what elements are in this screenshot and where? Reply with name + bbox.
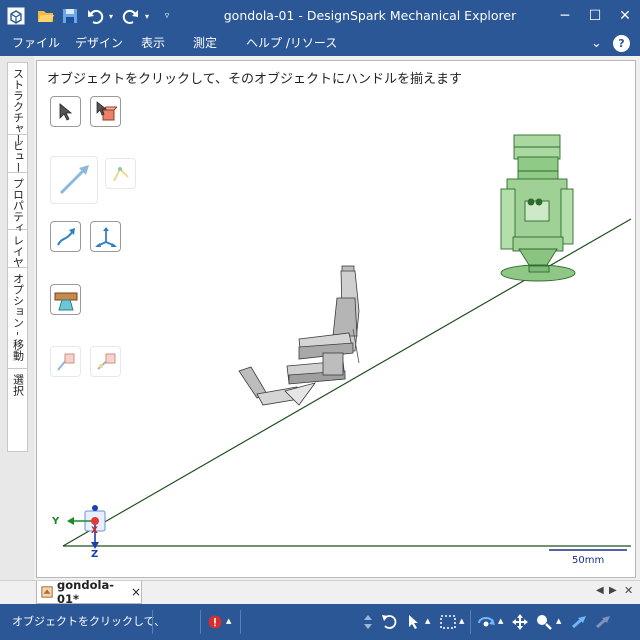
view-forward-icon[interactable] (594, 612, 614, 632)
pan-icon[interactable] (510, 612, 530, 632)
zoom-dropdown-icon[interactable]: ▲ (556, 617, 561, 625)
up-to-tool-button[interactable] (50, 346, 81, 377)
document-tab-bar: gondola-01* × ◀ ▶ ✕ (0, 578, 640, 606)
view-back-icon[interactable] (570, 612, 590, 632)
axis-x-label: X (91, 526, 98, 536)
axis-z-label: Z (91, 549, 98, 560)
tab-selection[interactable]: 選択 (7, 370, 28, 402)
document-icon (41, 586, 53, 598)
axis-y-label: Y (51, 516, 60, 527)
select-mode-dropdown-icon[interactable]: ▲ (425, 617, 430, 625)
side-panel-tabs: ストラクチャー ビュー プロパティ レイヤ オプション - 移動 選択 (0, 56, 34, 580)
tab-properties[interactable]: プロパティ (7, 174, 28, 233)
box-select-dropdown-icon[interactable]: ▲ (459, 617, 464, 625)
ribbon-expand-icon[interactable]: ⌄ (591, 31, 602, 56)
select-body-tool-button[interactable] (90, 96, 121, 127)
design-canvas[interactable]: Y Z X 50mm オブジェクトをクリックして、そのオブジェクトにハンドルを揃… (36, 60, 636, 578)
cursor-icon (59, 102, 72, 121)
gondola-model (500, 134, 576, 282)
status-divider (152, 610, 153, 634)
tri-axis-arrows-icon (94, 226, 117, 247)
tab-view[interactable]: ビュー (7, 136, 28, 173)
undo-dropdown-icon[interactable]: ▾ (106, 6, 116, 26)
help-icon[interactable]: ? (613, 35, 630, 52)
menu-design[interactable]: デザイン (75, 31, 123, 56)
customize-quick-access-icon[interactable]: ▿ (160, 6, 174, 26)
tab-structure[interactable]: ストラクチャー (7, 64, 28, 145)
app-window: ▾ ▾ ▿ gondola-01 - DesignSpark Mechanica… (0, 0, 640, 640)
pull-handles-tool-button[interactable] (90, 221, 121, 252)
error-icon[interactable] (205, 612, 225, 632)
fulcrum-icon (54, 292, 77, 310)
minimize-button[interactable]: ─ (550, 0, 580, 31)
app-icon[interactable] (6, 6, 26, 26)
seat-model (238, 265, 360, 406)
tab-options-move[interactable]: オプション - 移動 (7, 269, 28, 369)
menu-bar: ファイル デザイン 表示 測定 ヘルプ /リソース ⌄ ? (0, 31, 640, 56)
canvas-hint: オブジェクトをクリックして、そのオブジェクトにハンドルを揃えます (47, 72, 462, 87)
select-tool-button[interactable] (50, 96, 81, 127)
status-bar: オブジェクトをクリックして、 ▲ ▲ ▲ ▲ ▲ (0, 604, 640, 640)
box-select-icon[interactable] (438, 612, 458, 632)
menu-view[interactable]: 表示 (141, 31, 165, 56)
redo-dropdown-icon[interactable]: ▾ (142, 6, 152, 26)
title-bar: ▾ ▾ ▿ gondola-01 - DesignSpark Mechanica… (0, 0, 640, 31)
status-message: オブジェクトをクリックして、 (12, 615, 166, 628)
close-button[interactable]: ✕ (610, 0, 640, 31)
menu-measure[interactable]: 測定 (193, 31, 217, 56)
axis-triad (67, 505, 106, 549)
menu-help-resources[interactable]: ヘルプ /リソース (246, 31, 337, 56)
document-tab-close-button[interactable]: × (131, 585, 141, 599)
status-divider (470, 610, 471, 634)
save-icon[interactable] (60, 6, 80, 26)
error-dropdown-icon[interactable]: ▲ (226, 617, 231, 625)
document-tab[interactable]: gondola-01* × (36, 578, 142, 606)
select-cursor-icon[interactable] (404, 612, 424, 632)
anchor-tool-button[interactable] (105, 158, 136, 189)
tab-close-icon[interactable]: ✕ (624, 584, 633, 597)
cursor-box-icon (96, 100, 117, 120)
rotate-view-icon[interactable] (380, 612, 400, 632)
model-scene[interactable]: Y Z X 50mm (37, 61, 636, 578)
tab-layers[interactable]: レイヤ (7, 231, 28, 268)
redo-icon[interactable] (120, 6, 140, 26)
status-divider (200, 610, 201, 634)
orient-icon (96, 353, 115, 370)
spin-updown-icon[interactable] (362, 612, 374, 632)
maximize-button[interactable]: ☐ (580, 0, 610, 31)
tab-scroll-left-icon[interactable]: ◀ (596, 585, 604, 596)
orient-tool-button[interactable] (90, 346, 121, 377)
scale-label: 50mm (572, 555, 604, 566)
undo-icon[interactable] (86, 6, 106, 26)
status-divider (240, 610, 241, 634)
open-folder-icon[interactable] (36, 6, 56, 26)
tab-scroll-right-icon[interactable]: ▶ (609, 585, 617, 596)
orbit-icon[interactable] (476, 612, 496, 632)
orbit-dropdown-icon[interactable]: ▲ (498, 617, 503, 625)
window-title: gondola-01 - DesignSpark Mechanical Expl… (223, 8, 517, 23)
fulcrum-tool-button[interactable] (50, 284, 81, 315)
zoom-icon[interactable] (534, 612, 554, 632)
anchor-icon (112, 166, 129, 181)
document-tab-label: gondola-01* (57, 578, 114, 606)
up-to-icon (56, 353, 74, 371)
menu-file[interactable]: ファイル (12, 31, 60, 56)
move-direction-tool-button[interactable] (50, 156, 98, 204)
curve-arrow-icon (56, 227, 75, 246)
move-arrow-icon (59, 165, 89, 195)
move-along-path-tool-button[interactable] (50, 221, 81, 252)
